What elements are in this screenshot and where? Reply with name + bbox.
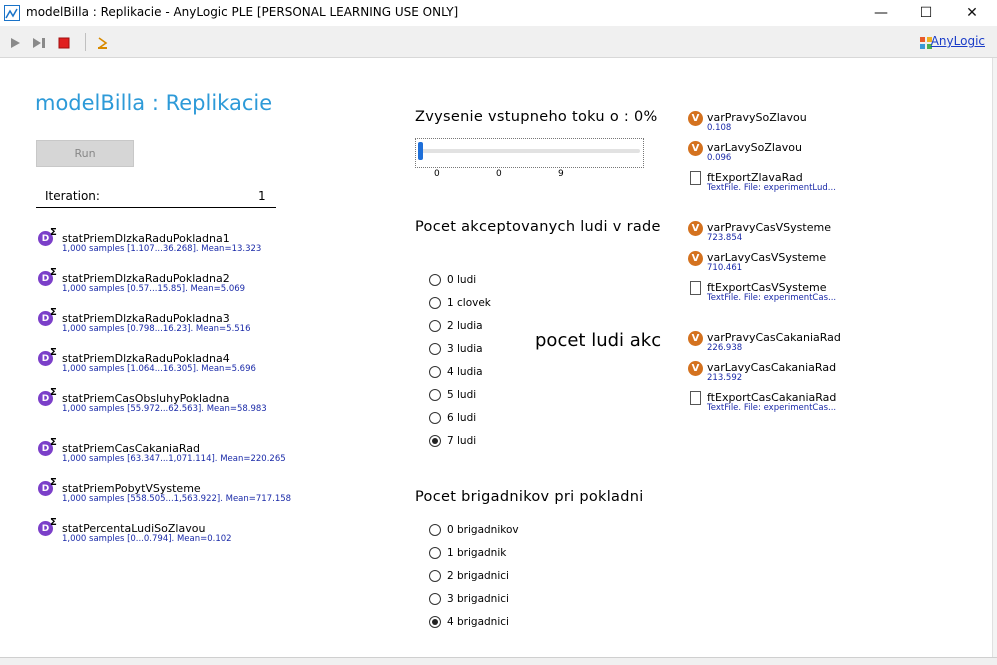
sigma-icon: Σ: [50, 387, 57, 398]
close-button[interactable]: ✕: [949, 0, 995, 26]
anylogic-link[interactable]: AnyLogic: [931, 34, 985, 48]
sigma-icon: Σ: [50, 477, 57, 488]
slider-tick-label: 0: [496, 169, 502, 179]
queue-side-label: pocet ludi akc: [535, 330, 662, 351]
sigma-icon: Σ: [50, 517, 57, 528]
radio-label: 4 brigadnici: [447, 616, 509, 628]
text-file-detail: TextFile. File: experimentCas...: [707, 403, 837, 413]
radio-label: 2 brigadnici: [447, 570, 509, 582]
brigad-group-title: Pocet brigadnikov pri pokladni: [415, 489, 644, 505]
radio-label: 3 brigadnici: [447, 593, 509, 605]
sigma-icon: Σ: [50, 227, 57, 238]
stat-detail: 1,000 samples [0...0.794]. Mean=0.102: [62, 534, 232, 544]
stat-detail: 1,000 samples [1.064...16.305]. Mean=5.6…: [62, 364, 256, 374]
sigma-icon: Σ: [50, 347, 57, 358]
stat-detail: 1,000 samples [0.798...16.23]. Mean=5.51…: [62, 324, 251, 334]
slider-thumb[interactable]: [418, 142, 423, 160]
text-file-detail: TextFile. File: experimentLud...: [707, 183, 836, 193]
queue-group-title: Pocet akceptovanych ludi v rade: [415, 219, 661, 235]
variable-value: 0.108: [707, 123, 732, 133]
radio-1-clovek[interactable]: [429, 297, 441, 309]
window-title: modelBilla : Replikacie - AnyLogic PLE […: [26, 5, 459, 19]
radio-label: 6 ludi: [447, 412, 477, 424]
variable-icon[interactable]: V: [688, 111, 703, 126]
radio-2-brigadnici[interactable]: [429, 570, 441, 582]
toolbar: AnyLogic: [0, 26, 997, 58]
maximize-button[interactable]: ☐: [903, 0, 949, 26]
anylogic-app-icon: [4, 5, 20, 21]
radio-4-ludia[interactable]: [429, 366, 441, 378]
stat-detail: 1,000 samples [558.505...1,563.922]. Mea…: [62, 494, 292, 504]
page-title: modelBilla : Replikacie: [35, 91, 273, 115]
variable-value: 226.938: [707, 343, 743, 353]
window-title-bar: modelBilla : Replikacie - AnyLogic PLE […: [0, 0, 997, 26]
text-file-detail: TextFile. File: experimentCas...: [707, 293, 837, 303]
radio-label: 4 ludia: [447, 366, 483, 378]
iteration-value: 1: [258, 189, 266, 203]
variable-icon[interactable]: V: [688, 361, 703, 376]
sigma-icon: Σ: [50, 267, 57, 278]
variable-value: 213.592: [707, 373, 743, 383]
radio-0-ludi[interactable]: [429, 274, 441, 286]
radio-label: 0 ludi: [447, 274, 477, 286]
radio-1-brigadnik[interactable]: [429, 547, 441, 559]
slider-tick-label: 0: [434, 169, 440, 179]
run-button[interactable]: Run: [36, 140, 134, 167]
variable-value: 0.096: [707, 153, 732, 163]
play-icon[interactable]: [8, 35, 22, 49]
stat-detail: 1,000 samples [63.347...1,071.114]. Mean…: [62, 454, 286, 464]
radio-3-brigadnici[interactable]: [429, 593, 441, 605]
variable-icon[interactable]: V: [688, 251, 703, 266]
radio-label: 5 ludi: [447, 389, 477, 401]
radio-7-ludi[interactable]: [429, 435, 441, 447]
text-file-icon[interactable]: [690, 281, 701, 295]
export-icon[interactable]: [96, 35, 110, 49]
text-file-icon[interactable]: [690, 171, 701, 185]
radio-2-ludia[interactable]: [429, 320, 441, 332]
slider-title: Zvysenie vstupneho toku o : 0%: [415, 109, 658, 125]
stat-detail: 1,000 samples [55.972...62.563]. Mean=58…: [62, 404, 267, 414]
radio-label: 7 ludi: [447, 435, 477, 447]
iteration-label: Iteration:: [45, 189, 100, 203]
radio-label: 2 ludia: [447, 320, 483, 332]
text-file-icon[interactable]: [690, 391, 701, 405]
radio-0-brigadnikov[interactable]: [429, 524, 441, 536]
stop-icon[interactable]: [57, 35, 71, 49]
slider-track[interactable]: [421, 149, 640, 153]
variable-icon[interactable]: V: [688, 221, 703, 236]
radio-6-ludi[interactable]: [429, 412, 441, 424]
sigma-icon: Σ: [50, 307, 57, 318]
radio-label: 1 clovek: [447, 297, 491, 309]
divider: [36, 207, 276, 208]
radio-3-ludia[interactable]: [429, 343, 441, 355]
step-icon[interactable]: [31, 35, 45, 49]
variable-icon[interactable]: V: [688, 141, 703, 156]
radio-label: 3 ludia: [447, 343, 483, 355]
vertical-scrollbar[interactable]: [992, 58, 997, 658]
minimize-button[interactable]: —: [858, 0, 904, 26]
toolbar-separator: [85, 33, 86, 51]
variable-value: 723.854: [707, 233, 743, 243]
sigma-icon: Σ: [50, 437, 57, 448]
radio-label: 0 brigadnikov: [447, 524, 519, 536]
stat-detail: 1,000 samples [1.107...36.268]. Mean=13.…: [62, 244, 262, 254]
radio-label: 1 brigadnik: [447, 547, 507, 559]
slider-focus-box: [415, 138, 644, 168]
variable-icon[interactable]: V: [688, 331, 703, 346]
slider-tick-label: 9: [558, 169, 564, 179]
radio-4-brigadnici[interactable]: [429, 616, 441, 628]
radio-5-ludi[interactable]: [429, 389, 441, 401]
variable-value: 710.461: [707, 263, 743, 273]
stat-detail: 1,000 samples [0.57...15.85]. Mean=5.069: [62, 284, 246, 294]
